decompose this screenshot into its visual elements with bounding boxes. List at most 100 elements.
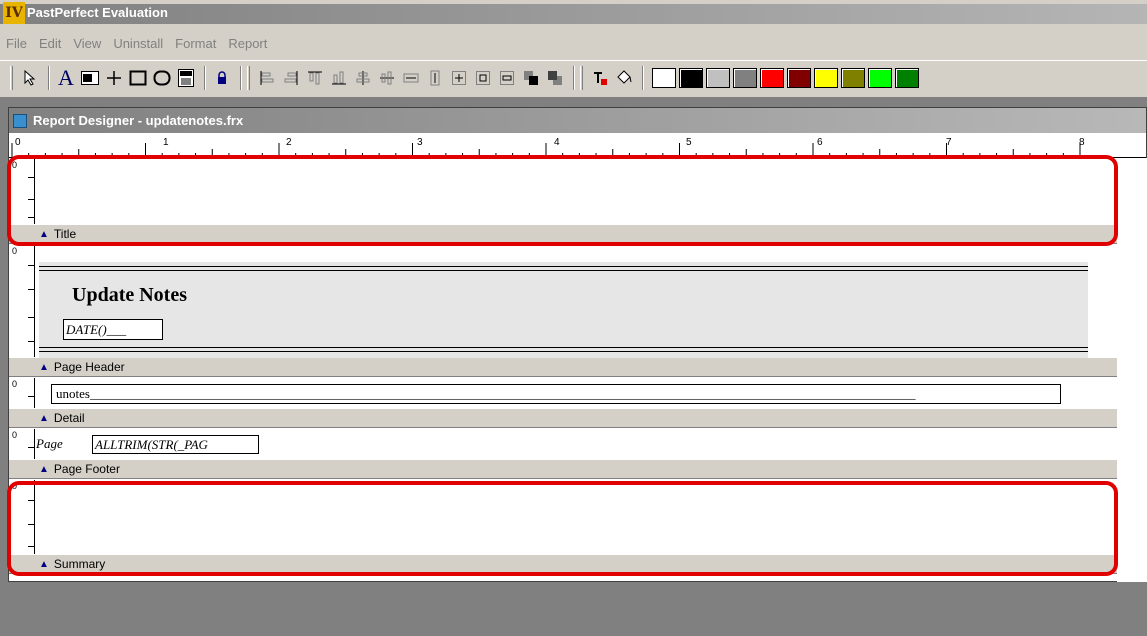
horizontal-ruler: 0 1 2 3 4 5 6 7 8 xyxy=(9,133,1146,158)
vertical-ruler-page-header: 0 xyxy=(9,245,35,357)
page-label[interactable]: Page xyxy=(36,436,63,452)
align-top-icon[interactable] xyxy=(304,66,326,90)
color-swatch-yellow[interactable] xyxy=(814,67,838,88)
ruler-label-2: 2 xyxy=(286,137,292,148)
designer-titlebar[interactable]: Report Designer - updatenotes.frx xyxy=(9,108,1146,133)
line-tool-icon[interactable] xyxy=(103,66,125,90)
band-page-header[interactable]: ▲ Page Header xyxy=(9,357,1117,377)
align-right-icon[interactable] xyxy=(280,66,302,90)
color-swatch-maroon[interactable] xyxy=(787,67,811,88)
band-page-footer[interactable]: ▲ Page Footer xyxy=(9,459,1117,479)
label-tool-icon[interactable]: A xyxy=(55,65,77,90)
toolbar-separator xyxy=(48,65,50,90)
menu-bar: File Edit View Uninstall Format Report xyxy=(0,32,279,54)
same-height-icon[interactable] xyxy=(424,66,446,90)
header-double-line-bottom-2[interactable] xyxy=(39,351,1088,352)
vruler-tick xyxy=(28,199,34,200)
band-summary[interactable]: ▲ Summary xyxy=(9,554,1117,574)
vruler-zero: 0 xyxy=(12,246,18,256)
band-detail-label: Detail xyxy=(53,411,85,425)
align-left-icon[interactable] xyxy=(256,66,278,90)
vruler-tick xyxy=(28,177,34,178)
ruler-label-3: 3 xyxy=(417,137,423,148)
bring-to-front-icon[interactable] xyxy=(520,66,542,90)
band-expand-arrow-icon: ▲ xyxy=(39,558,49,570)
rounded-rectangle-tool-icon[interactable] xyxy=(151,66,173,90)
vruler-tick xyxy=(28,217,34,218)
report-designer-window: Report Designer - updatenotes.frx 0 1 2 … xyxy=(8,107,1147,582)
toolbar-separator xyxy=(240,65,242,90)
color-swatch-red[interactable] xyxy=(760,67,784,88)
band-expand-arrow-icon: ▲ xyxy=(39,463,49,475)
ruler-label-4: 4 xyxy=(554,137,560,148)
center-vertically-icon[interactable] xyxy=(496,66,518,90)
same-width-icon[interactable] xyxy=(400,66,422,90)
rectangle-tool-icon[interactable] xyxy=(127,66,149,90)
color-swatch-lime[interactable] xyxy=(868,67,892,88)
foreground-color-icon[interactable] xyxy=(589,66,611,90)
band-title[interactable]: ▲ Title xyxy=(9,224,1117,244)
vruler-zero: 0 xyxy=(12,430,18,440)
ruler-label-5: 5 xyxy=(686,137,692,148)
vruler-tick xyxy=(28,317,34,318)
color-swatch-green[interactable] xyxy=(895,67,919,88)
color-swatch-gray[interactable] xyxy=(733,67,757,88)
vruler-tick xyxy=(28,524,34,525)
date-field[interactable]: DATE()___ xyxy=(63,319,163,340)
toolbar-separator xyxy=(573,65,575,90)
ruler-label-0: 0 xyxy=(15,137,21,148)
color-swatch-black[interactable] xyxy=(679,67,703,88)
center-horizontal-icon[interactable] xyxy=(376,66,398,90)
vertical-ruler-summary: 0 xyxy=(9,480,35,554)
toolbar-grip[interactable] xyxy=(580,65,583,90)
align-bottom-icon[interactable] xyxy=(328,66,350,90)
pointer-icon[interactable] xyxy=(19,66,41,90)
ruler-label-6: 6 xyxy=(817,137,823,148)
center-vertical-icon[interactable] xyxy=(352,66,374,90)
designer-right-edge xyxy=(1117,158,1147,582)
lock-icon[interactable] xyxy=(211,66,233,90)
ruler-ticks xyxy=(11,143,1081,157)
band-detail[interactable]: ▲ Detail xyxy=(9,408,1117,428)
band-expand-arrow-icon: ▲ xyxy=(39,361,49,373)
menu-view[interactable]: View xyxy=(73,36,101,51)
ruler-label-7: 7 xyxy=(946,137,952,148)
designer-title: Report Designer - updatenotes.frx xyxy=(33,113,244,128)
vruler-zero: 0 xyxy=(12,160,18,170)
menu-uninstall[interactable]: Uninstall xyxy=(113,36,163,51)
send-to-back-icon[interactable] xyxy=(544,66,566,90)
app-titlebar: IV PastPerfect Evaluation xyxy=(0,0,1147,25)
report-designer-icon xyxy=(13,113,27,128)
header-double-line-bottom[interactable] xyxy=(39,347,1088,348)
vruler-tick xyxy=(28,396,34,397)
app-title: PastPerfect Evaluation xyxy=(27,5,168,20)
color-swatch-white[interactable] xyxy=(652,67,676,88)
band-expand-arrow-icon: ▲ xyxy=(39,228,49,240)
color-swatch-silver[interactable] xyxy=(706,67,730,88)
field-tool-icon[interactable] xyxy=(79,66,101,90)
page-header-background xyxy=(39,262,1088,358)
toolbar-grip[interactable] xyxy=(247,65,250,90)
menu-edit[interactable]: Edit xyxy=(39,36,61,51)
header-double-line-top[interactable] xyxy=(39,266,1088,267)
same-size-icon[interactable] xyxy=(448,66,470,90)
center-horizontally-icon[interactable] xyxy=(472,66,494,90)
color-swatch-olive[interactable] xyxy=(841,67,865,88)
report-heading-label[interactable]: Update Notes xyxy=(72,284,187,307)
picture-ole-icon[interactable] xyxy=(175,66,197,90)
detail-unotes-field[interactable]: unotes__________________________________… xyxy=(51,384,1061,404)
band-title-label: Title xyxy=(53,227,77,241)
header-double-line-top-2[interactable] xyxy=(39,270,1088,271)
menu-report[interactable]: Report xyxy=(228,36,267,51)
vertical-ruler-title: 0 xyxy=(9,159,35,224)
menu-file[interactable]: File xyxy=(6,36,27,51)
vruler-tick xyxy=(28,289,34,290)
toolbar-separator xyxy=(204,65,206,90)
toolbar: A xyxy=(0,60,1147,94)
vruler-tick xyxy=(28,447,34,448)
background-fill-icon[interactable] xyxy=(613,66,635,90)
page-number-field[interactable]: ALLTRIM(STR(_PAG xyxy=(92,435,259,454)
ruler-label-8: 8 xyxy=(1079,137,1085,148)
toolbar-grip[interactable] xyxy=(10,65,13,90)
menu-format[interactable]: Format xyxy=(175,36,216,51)
